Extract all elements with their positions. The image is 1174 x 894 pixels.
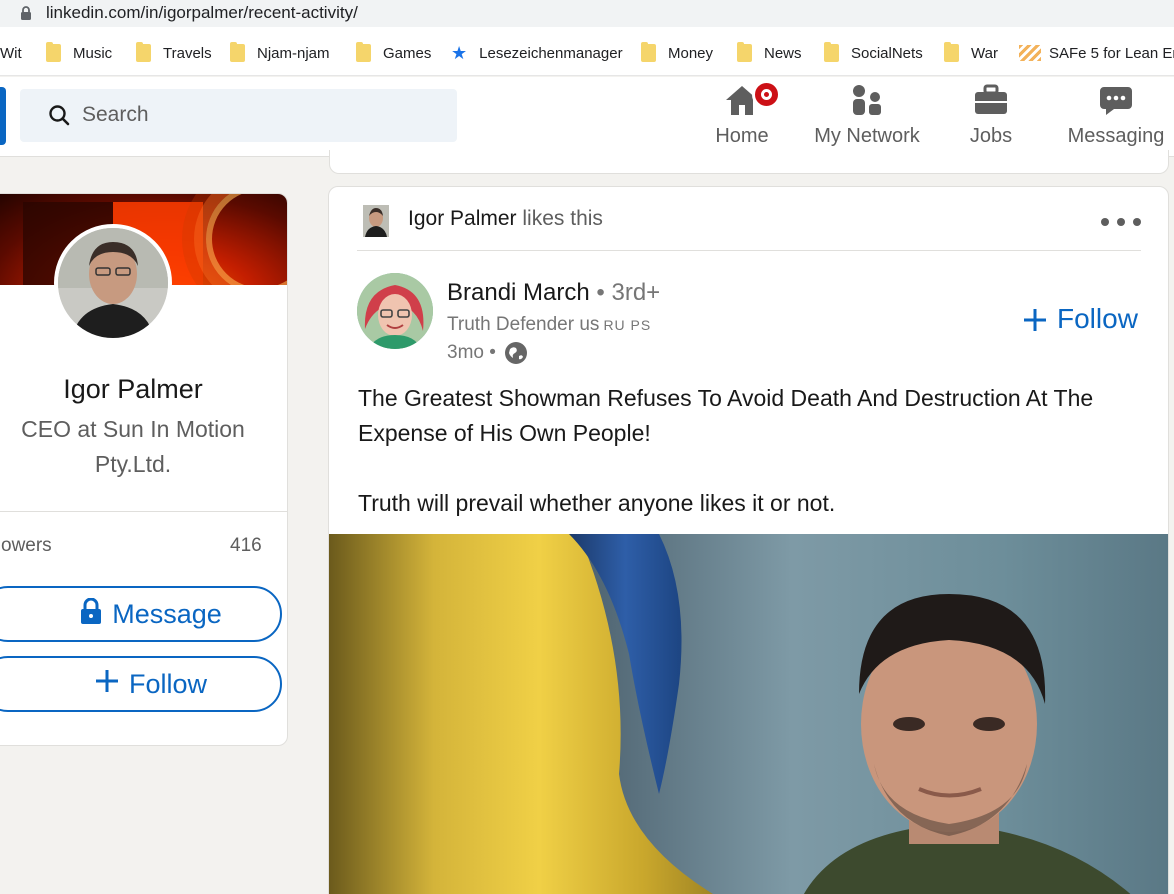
messaging-icon xyxy=(1098,83,1134,117)
linkedin-header: Home My Network Jobs xyxy=(0,77,1174,157)
person-image xyxy=(803,594,1131,894)
flag-image xyxy=(329,534,714,894)
nav-home[interactable]: Home xyxy=(712,80,781,151)
post-text-line: Truth will prevail whether anyone likes … xyxy=(358,490,836,516)
lock-icon xyxy=(80,597,102,631)
bookmark-socialnets[interactable]: SocialNets xyxy=(824,42,923,63)
followers-label: owers xyxy=(1,535,52,556)
post-image[interactable] xyxy=(329,534,1168,894)
post-time-text: 3mo • xyxy=(447,342,496,363)
feed-post: Igor Palmer likes this Brandi March • 3r… xyxy=(328,186,1169,894)
notification-badge xyxy=(752,80,781,109)
author-avatar[interactable] xyxy=(357,273,433,349)
linkedin-logo[interactable] xyxy=(0,87,6,145)
folder-icon xyxy=(46,42,61,62)
follow-author-button[interactable]: Follow xyxy=(1023,303,1138,335)
bookmark-njam-njam[interactable]: Njam-njam xyxy=(230,42,330,63)
folder-icon xyxy=(824,42,839,62)
message-button[interactable]: Message xyxy=(0,586,282,642)
nav-label: My Network xyxy=(814,125,920,147)
bookmark-war[interactable]: War xyxy=(944,42,998,63)
search-input[interactable] xyxy=(82,95,442,135)
network-icon xyxy=(849,83,885,117)
bookmark-games[interactable]: Games xyxy=(356,42,432,63)
bookmark-wit[interactable]: Wit xyxy=(0,43,22,63)
author-title-small: RU PS xyxy=(603,317,652,333)
folder-icon xyxy=(230,42,245,62)
bookmark-label: Lesezeichenmanager xyxy=(479,44,623,62)
actor-name[interactable]: Igor Palmer xyxy=(408,207,517,230)
follow-button[interactable]: Follow xyxy=(0,656,282,712)
bookmark-label: Money xyxy=(668,44,714,62)
followers-count: 416 xyxy=(230,535,262,556)
address-bar[interactable]: linkedin.com/in/igorpalmer/recent-activi… xyxy=(0,0,1174,28)
connection-degree: • 3rd+ xyxy=(596,279,661,306)
bookmark-money[interactable]: Money xyxy=(641,42,714,63)
briefcase-icon xyxy=(973,83,1009,117)
bookmark-label: SocialNets xyxy=(851,44,923,62)
message-button-label: Message xyxy=(112,598,222,629)
folder-icon xyxy=(944,42,959,62)
bookmark-lesezeichenmanager[interactable]: ★ Lesezeichenmanager xyxy=(451,43,623,63)
globe-icon xyxy=(504,341,528,365)
profile-avatar[interactable] xyxy=(54,224,172,342)
author-name-text: Brandi March xyxy=(447,279,590,306)
safe-icon xyxy=(1019,45,1041,61)
author-title: Truth Defender us RU PS xyxy=(447,314,651,336)
author-name[interactable]: Brandi March • 3rd+ xyxy=(447,279,660,307)
actor-action: likes this xyxy=(522,207,603,230)
bookmark-label: Games xyxy=(383,44,432,62)
star-icon: ★ xyxy=(451,43,468,63)
more-options-icon[interactable] xyxy=(1101,207,1141,237)
bookmark-music[interactable]: Music xyxy=(46,42,113,63)
folder-icon xyxy=(356,42,371,62)
divider xyxy=(0,511,287,512)
bookmark-safe[interactable]: SAFe 5 for Lean Ent xyxy=(1019,43,1174,63)
follow-author-label: Follow xyxy=(1057,303,1138,334)
url-text[interactable]: linkedin.com/in/igorpalmer/recent-activi… xyxy=(46,3,358,23)
search-box[interactable] xyxy=(20,89,457,142)
bookmark-label: War xyxy=(971,44,998,62)
folder-icon xyxy=(641,42,656,62)
search-icon xyxy=(49,105,70,126)
nav-my-network[interactable]: My Network xyxy=(808,83,926,151)
post-text-line: The Greatest Showman Refuses To Avoid De… xyxy=(358,385,1094,446)
nav-label: Home xyxy=(715,125,769,147)
plus-icon xyxy=(1023,307,1047,331)
bookmark-label: Travels xyxy=(163,44,212,62)
actor-avatar[interactable] xyxy=(363,205,389,237)
follow-button-label: Follow xyxy=(128,668,208,699)
post-time: 3mo • xyxy=(447,341,528,365)
bookmark-label: SAFe 5 for Lean Ent xyxy=(1049,44,1174,62)
nav-label: Jobs xyxy=(969,125,1013,147)
bookmark-label: News xyxy=(764,44,802,62)
profile-headline: CEO at Sun In Motion Pty.Ltd. xyxy=(21,416,245,477)
bookmark-travels[interactable]: Travels xyxy=(136,42,212,63)
divider xyxy=(357,250,1141,251)
previous-feed-card xyxy=(329,150,1169,174)
folder-icon xyxy=(136,42,151,62)
bookmark-news[interactable]: News xyxy=(737,42,802,63)
nav-messaging[interactable]: Messaging xyxy=(1064,83,1168,151)
post-text: The Greatest Showman Refuses To Avoid De… xyxy=(358,381,1148,521)
nav-label: Messaging xyxy=(1067,125,1165,147)
plus-icon xyxy=(95,669,119,700)
author-title-text: Truth Defender us xyxy=(447,314,600,335)
profile-name[interactable]: Igor Palmer xyxy=(1,374,265,405)
bookmark-label: Njam-njam xyxy=(257,44,330,62)
folder-icon xyxy=(737,42,752,62)
home-icon xyxy=(724,80,781,117)
activity-line: Igor Palmer likes this xyxy=(408,207,603,231)
nav-jobs[interactable]: Jobs xyxy=(966,83,1016,151)
bookmark-label: Music xyxy=(73,44,113,62)
bookmarks-bar: Wit Music Travels Njam-njam Games ★ Lesez… xyxy=(0,28,1174,76)
bookmark-label: Wit xyxy=(0,44,22,62)
lock-icon xyxy=(21,6,31,20)
